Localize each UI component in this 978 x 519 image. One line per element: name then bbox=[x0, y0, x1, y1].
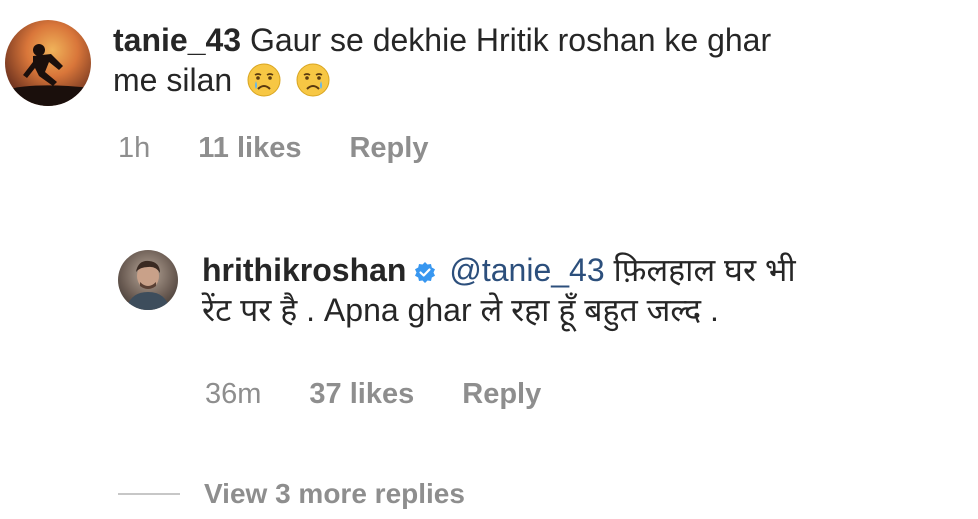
avatar[interactable] bbox=[118, 250, 178, 310]
reply-text-line-1: hrithikroshan @tanie_43 फ़िलहाल घर भी bbox=[202, 250, 796, 290]
divider-line bbox=[118, 493, 180, 495]
reply-reply-button[interactable]: Reply bbox=[462, 378, 541, 411]
reply-time: 36m bbox=[205, 378, 262, 410]
reply-meta: 36m 37 likes Reply bbox=[205, 378, 589, 411]
reply-mention[interactable]: @tanie_43 bbox=[449, 252, 604, 288]
comment-text: Gaur se dekhie Hritik roshan ke ghar bbox=[249, 22, 772, 58]
reply-body: hrithikroshan @tanie_43 फ़िलहाल घर भी रे… bbox=[202, 250, 796, 330]
comment-text-line-2: me silan bbox=[113, 60, 771, 100]
comment-reply-button[interactable]: Reply bbox=[349, 132, 428, 165]
crying-face-icon bbox=[296, 63, 330, 97]
view-more-replies-label[interactable]: View 3 more replies bbox=[204, 478, 465, 510]
comment-text-line-1: tanie_43 Gaur se dekhie Hritik roshan ke… bbox=[113, 20, 771, 60]
comment-likes[interactable]: 11 likes bbox=[198, 132, 301, 165]
reply-likes[interactable]: 37 likes bbox=[309, 378, 414, 411]
avatar[interactable] bbox=[5, 20, 91, 106]
comment: tanie_43 Gaur se dekhie Hritik roshan ke… bbox=[5, 20, 771, 106]
comment-username[interactable]: tanie_43 bbox=[113, 22, 241, 58]
comment-body: tanie_43 Gaur se dekhie Hritik roshan ke… bbox=[113, 20, 771, 100]
reply-comment: hrithikroshan @tanie_43 फ़िलहाल घर भी रे… bbox=[118, 250, 796, 330]
verified-badge-icon bbox=[415, 262, 436, 283]
jumping-person-icon bbox=[5, 44, 91, 106]
comment-time: 1h bbox=[118, 132, 151, 164]
crying-face-icon bbox=[247, 63, 281, 97]
reply-text-line-2: रेंट पर है . Apna ghar ले रहा हूँ बहुत ज… bbox=[202, 290, 796, 330]
reply-text-continued: रेंट पर है . Apna ghar ले रहा हूँ बहुत ज… bbox=[202, 292, 719, 328]
view-more-replies[interactable]: View 3 more replies bbox=[118, 478, 465, 510]
reply-text: फ़िलहाल घर भी bbox=[613, 252, 796, 288]
reply-username[interactable]: hrithikroshan bbox=[202, 252, 406, 288]
comment-meta: 1h 11 likes Reply bbox=[118, 132, 476, 165]
profile-photo-icon bbox=[126, 260, 170, 310]
comment-text-continued: me silan bbox=[113, 62, 233, 98]
